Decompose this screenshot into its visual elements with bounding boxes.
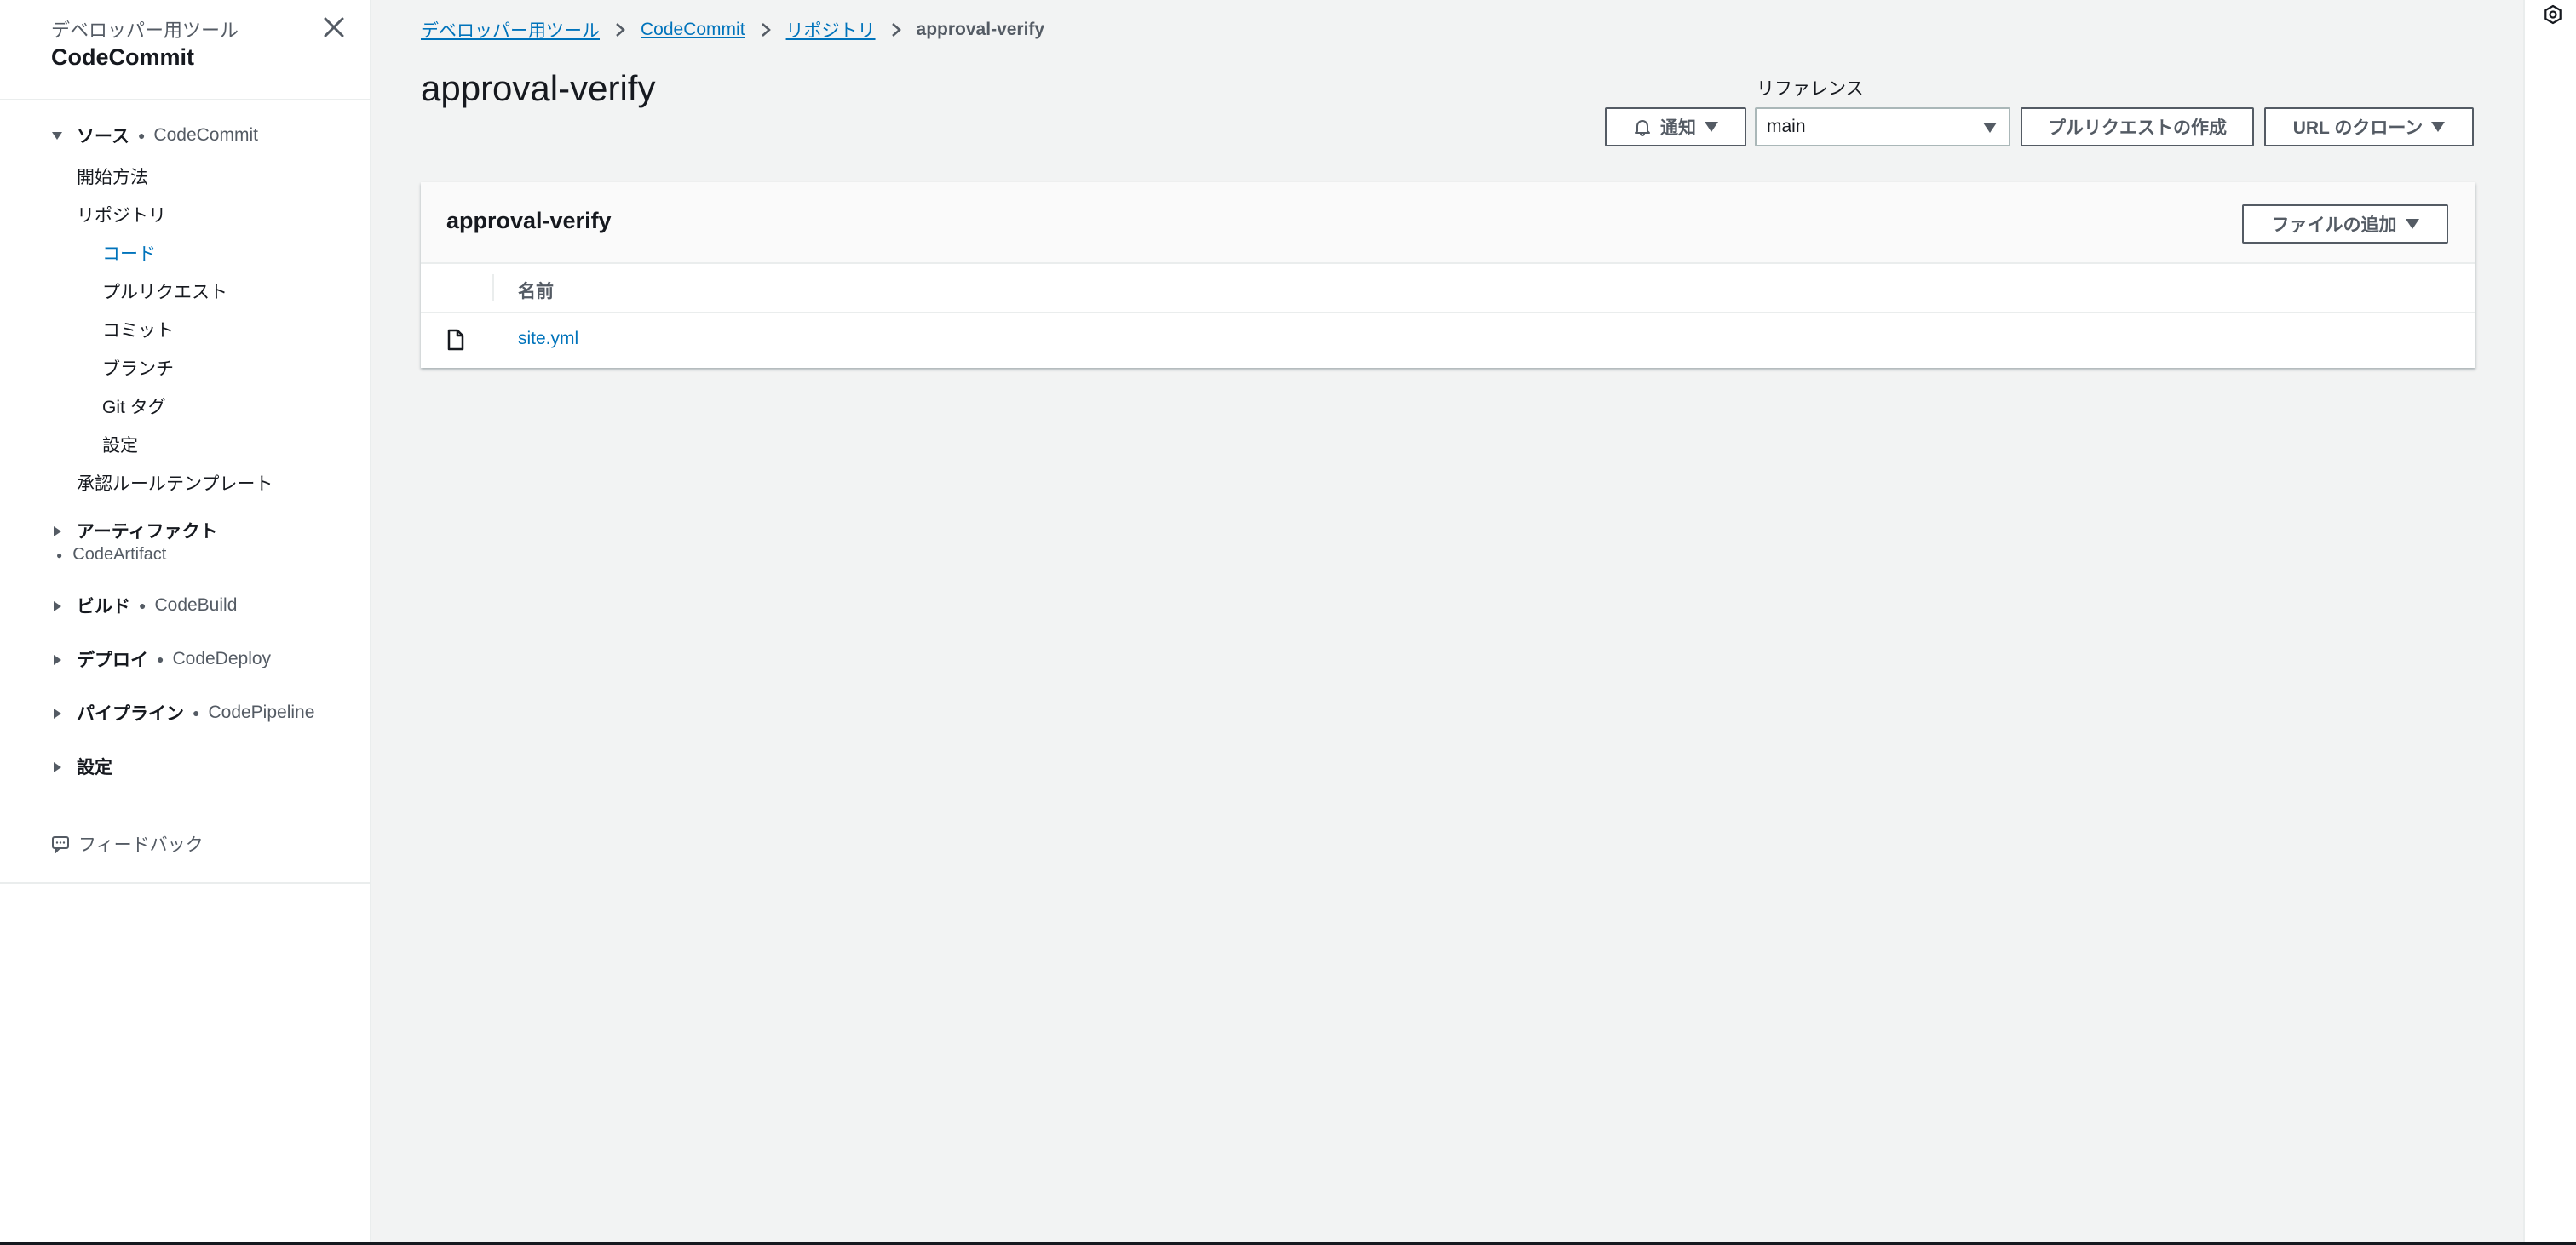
sidebar-item-getting-started[interactable]: 開始方法 [77,164,148,189]
sidebar-divider [0,882,371,884]
sidebar-section-deploy[interactable]: デプロイ ● CodeDeploy [77,646,271,672]
column-divider [492,274,494,301]
section-service: CodeCommit [153,125,258,145]
create-pr-label: プルリクエストの作成 [2048,118,2227,138]
sidebar-item-approval-rule-templates[interactable]: 承認ルールテンプレート [77,470,273,496]
sidebar-subtitle: デベロッパー用ツール [51,20,239,41]
clone-url-button[interactable]: URL のクローン [2264,107,2474,146]
reference-select[interactable]: main [1755,107,2010,146]
section-label: 設定 [77,758,112,777]
file-icon [447,329,464,351]
sidebar-title: CodeCommit [51,44,194,70]
sidebar-item-pull-requests[interactable]: プルリクエスト [102,278,227,304]
feedback-label: フィードバック [78,835,204,855]
section-service: CodeBuild [154,595,238,615]
section-label: デプロイ [77,651,148,670]
caret-right-icon[interactable] [51,525,63,537]
notify-button[interactable]: 通知 [1605,107,1746,146]
section-label: パイプライン [77,704,184,724]
breadcrumb-current: approval-verify [916,20,1045,39]
chevron-right-icon [761,23,771,37]
chevron-right-icon [891,23,901,37]
separator-dot: ● [56,548,63,561]
caret-right-icon[interactable] [51,600,63,612]
sidebar-section-artifacts[interactable]: アーティファクト [77,518,217,543]
panel-header: approval-verify ファイルの追加 [421,182,2475,264]
breadcrumb: デベロッパー用ツール CodeCommit リポジトリ approval-ver… [421,17,1044,43]
section-label: ビルド [77,597,130,617]
section-label: ソース [77,127,129,146]
sidebar-section-artifacts-service: ● CodeArtifact [56,545,166,565]
sidebar-header: デベロッパー用ツール CodeCommit [0,0,371,100]
section-label: アーティファクト [77,522,218,542]
sidebar-section-build[interactable]: ビルド ● CodeBuild [77,593,237,618]
caret-down-icon [2431,122,2446,132]
caret-right-icon[interactable] [51,708,63,720]
table-row: site.yml [421,313,2475,366]
sidebar-section-settings[interactable]: 設定 [77,754,112,779]
feedback-icon [52,836,69,853]
caret-right-icon[interactable] [51,654,63,666]
sidebar-item-repo-settings[interactable]: 設定 [102,432,138,457]
sidebar-section-source[interactable]: ソース ● CodeCommit [77,123,258,148]
separator-dot: ● [139,599,147,612]
reference-label: リファレンス [1757,79,1864,99]
section-service: CodeArtifact [72,545,167,564]
caret-down-icon [2405,219,2419,229]
sidebar-item-code[interactable]: コード [102,240,156,266]
notify-label: 通知 [1660,118,1696,138]
panel-title: approval-verify [446,208,612,233]
sidebar-item-branches[interactable]: ブランチ [102,355,174,381]
reference-value: main [1767,117,1806,136]
close-icon[interactable] [322,15,346,39]
sidebar: デベロッパー用ツール CodeCommit ソース ● CodeCommit 開… [0,0,371,1245]
section-service: CodeDeploy [172,649,272,668]
file-link[interactable]: site.yml [518,329,578,349]
caret-down-icon [1705,122,1718,132]
right-utility-rail [2523,0,2576,1245]
section-service: CodePipeline [208,703,315,722]
sidebar-item-repositories[interactable]: リポジトリ [77,202,166,227]
column-header-name[interactable]: 名前 [518,278,554,303]
caret-down-icon [1983,123,1997,133]
separator-dot: ● [157,652,164,666]
table-header: 名前 [421,264,2475,313]
bottom-edge-bar [0,1242,2576,1245]
separator-dot: ● [137,129,146,142]
create-pull-request-button[interactable]: プルリクエストの作成 [2021,107,2254,146]
page-title: approval-verify [421,68,656,108]
hexagon-settings-icon[interactable] [2542,3,2564,26]
feedback-link[interactable]: フィードバック [51,831,204,857]
breadcrumb-developer-tools[interactable]: デベロッパー用ツール [421,17,600,43]
clone-url-label: URL のクローン [2292,118,2424,138]
chevron-right-icon [616,23,625,37]
add-file-button[interactable]: ファイルの追加 [2242,204,2448,244]
sidebar-item-commits[interactable]: コミット [102,317,174,342]
sidebar-section-pipeline[interactable]: パイプライン ● CodePipeline [77,700,314,726]
caret-down-icon[interactable] [51,129,63,141]
breadcrumb-repositories[interactable]: リポジトリ [786,17,876,43]
caret-right-icon[interactable] [51,761,63,773]
separator-dot: ● [193,706,200,720]
breadcrumb-codecommit[interactable]: CodeCommit [641,20,745,40]
sidebar-item-git-tags[interactable]: Git タグ [102,393,166,419]
repository-panel: approval-verify ファイルの追加 名前 site.yml [421,182,2475,368]
add-file-label: ファイルの追加 [2271,215,2397,235]
bell-icon [1635,120,1650,136]
